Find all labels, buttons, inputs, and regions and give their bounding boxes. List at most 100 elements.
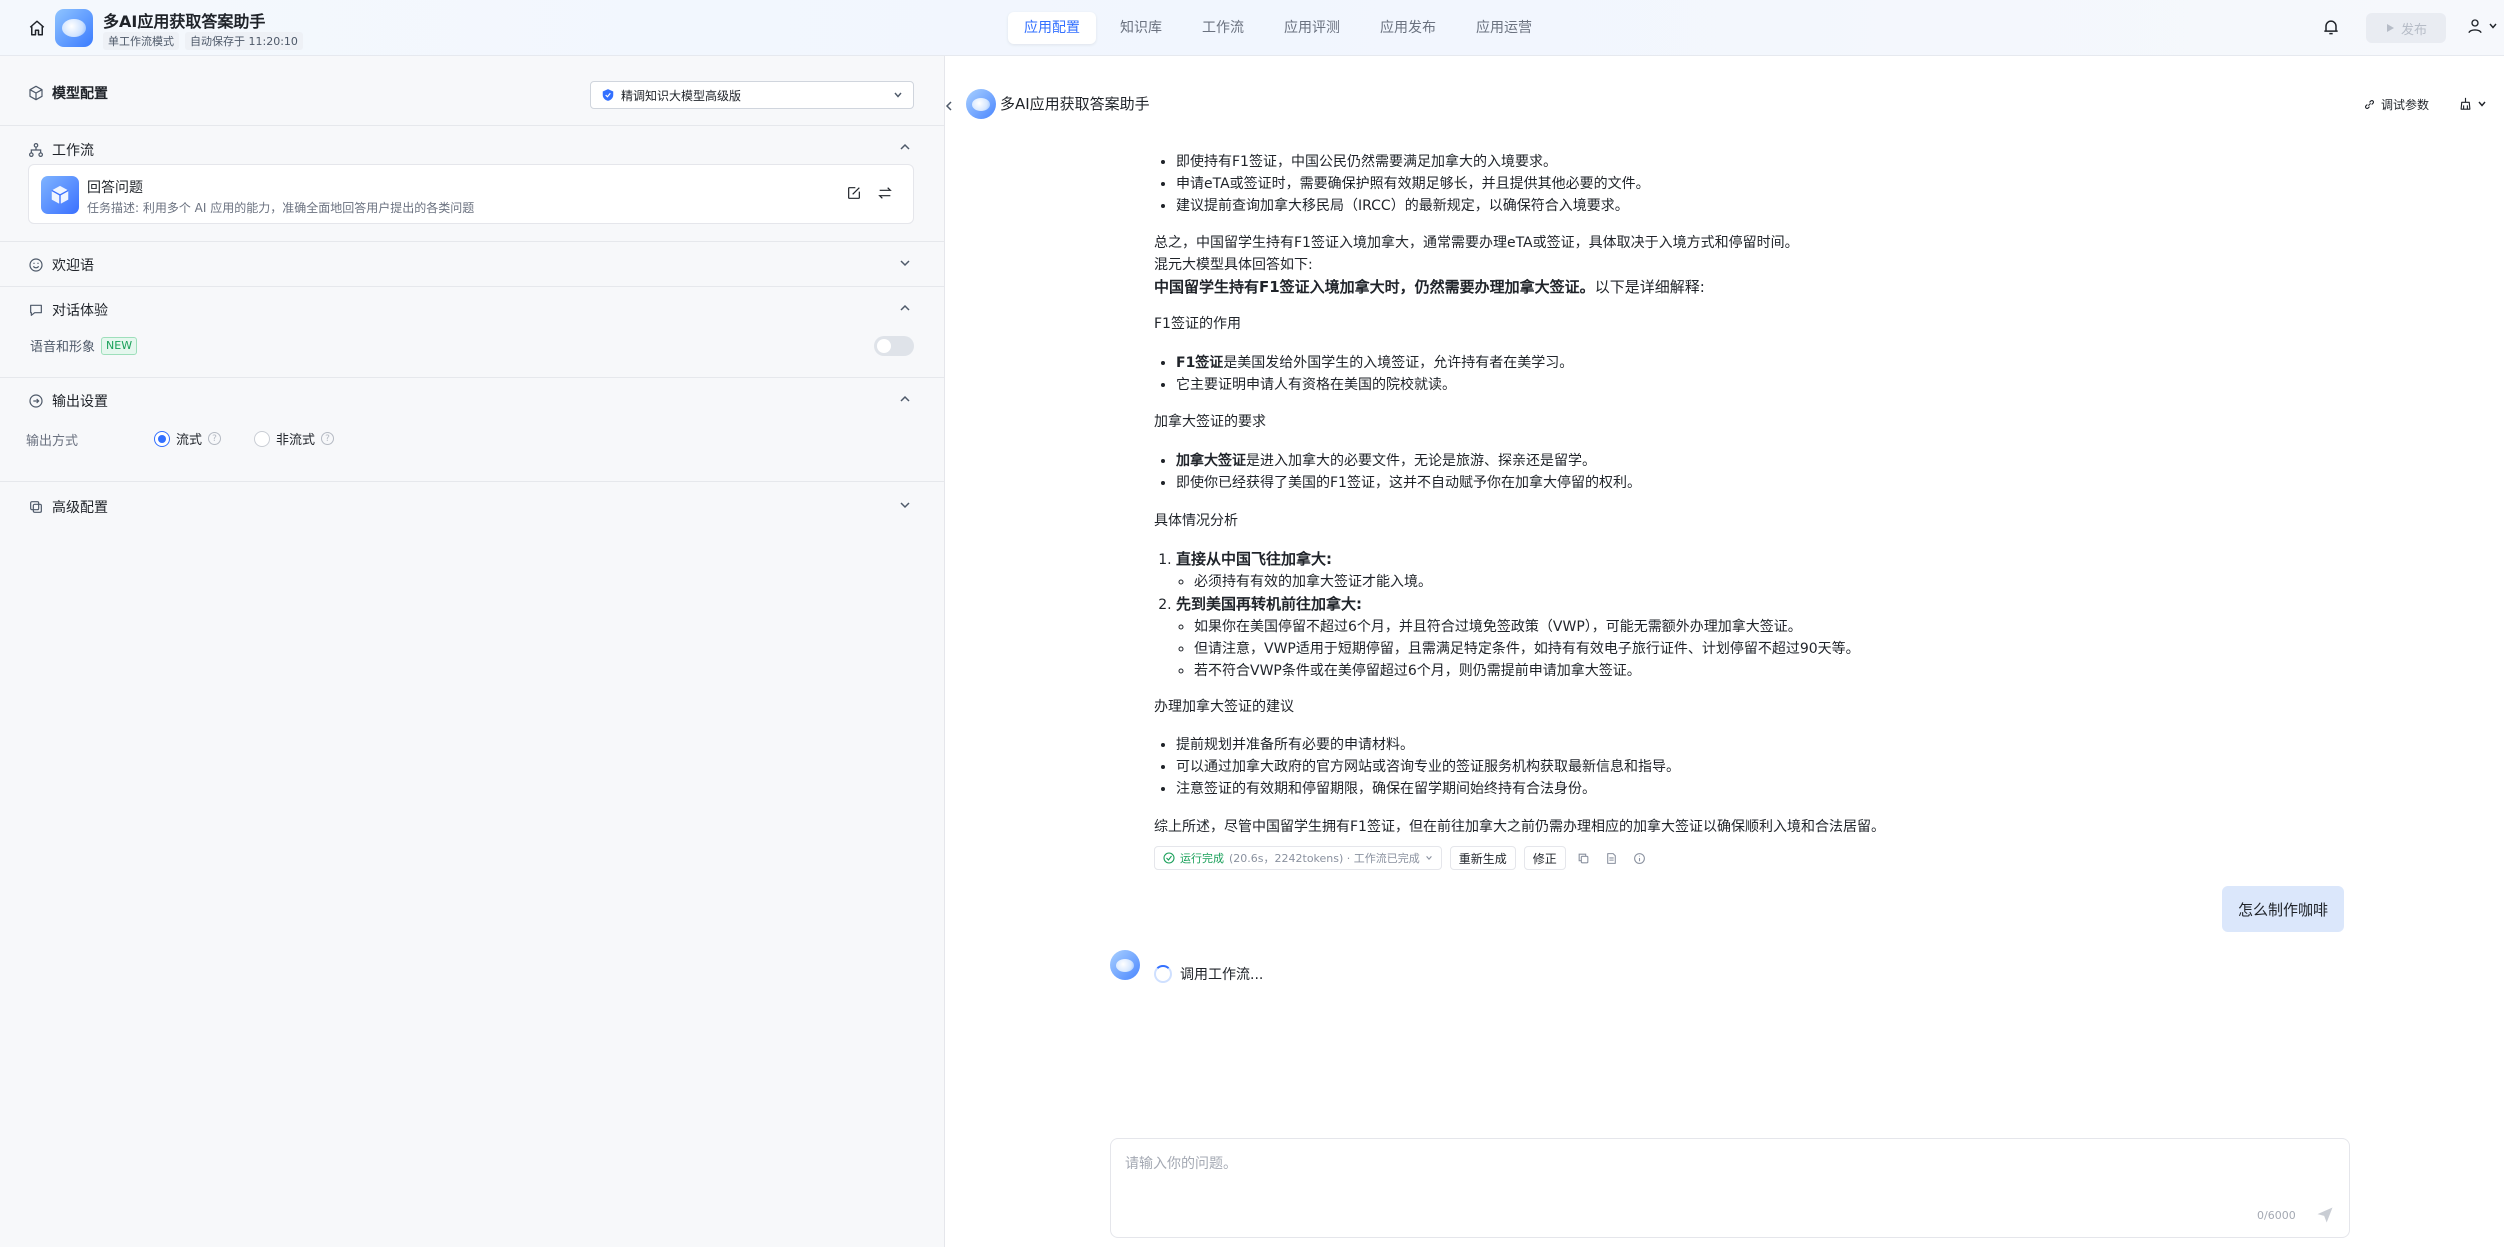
list-item: 加拿大签证是进入加拿大的必要文件，无论是旅游、探亲还是留学。 [1176, 450, 2014, 472]
chevron-down-icon [2489, 23, 2497, 29]
model-select[interactable]: 精调知识大模型高级版 [590, 81, 914, 109]
home-icon[interactable] [24, 15, 50, 41]
run-status-label: 运行完成 [1180, 852, 1224, 865]
model-select-value: 精调知识大模型高级版 [621, 88, 742, 103]
section-title: 具体情况分析 [1154, 513, 1238, 529]
edit-icon[interactable] [846, 185, 862, 201]
help-icon[interactable]: ? [208, 432, 222, 445]
tab-knowledge-base[interactable]: 知识库 [1104, 12, 1178, 44]
voice-toggle[interactable] [874, 336, 914, 356]
list-item: 申请eTA或签证时，需要确保护照有效期足够长，并且提供其他必要的文件。 [1176, 173, 2014, 195]
chevron-down-icon [894, 92, 902, 98]
switch-icon[interactable] [877, 185, 893, 201]
voice-label-text: 语音和形象 [30, 340, 96, 355]
bot-avatar [1110, 950, 1140, 980]
collapse-icon[interactable] [941, 94, 957, 118]
chat-title: 多AI应用获取答案助手 [1000, 95, 1150, 113]
list-item: 它主要证明申请人有资格在美国的院校就读。 [1176, 374, 2014, 396]
calling-status: 调用工作流... [1154, 964, 1263, 984]
dialog-title: 对话体验 [52, 303, 108, 319]
workflow-card-desc: 任务描述: 利用多个 AI 应用的能力，准确全面地回答用户提出的各类问题 [87, 201, 475, 215]
output-icon [29, 394, 43, 408]
user-message: 怎么制作咖啡 [2222, 886, 2345, 932]
user-icon [2468, 19, 2482, 34]
check-circle-icon [1163, 852, 1175, 864]
list-item: 可以通过加拿大政府的官方网站或咨询专业的签证服务机构获取最新信息和指导。 [1176, 756, 2014, 778]
radio-stream[interactable]: 流式 ? [154, 429, 222, 448]
answer-list: 即使持有F1签证，中国公民仍然需要满足加拿大的入境要求。 申请eTA或签证时，需… [1154, 151, 2014, 217]
sub-list-item: 必须持有有效的加拿大签证才能入境。 [1194, 571, 2014, 593]
radio-stream-label: 流式 [176, 433, 203, 448]
top-bar: 多AI应用获取答案助手 单工作流模式 自动保存于 11:20:10 应用配置 知… [0, 0, 2504, 56]
list-item: 即使持有F1签证，中国公民仍然需要满足加拿大的入境要求。 [1176, 151, 2014, 173]
info-icon[interactable] [1630, 848, 1650, 868]
cube-icon [29, 85, 43, 101]
advanced-section[interactable]: 高级配置 [0, 482, 944, 527]
section-title: F1签证的作用 [1154, 316, 1241, 332]
help-icon[interactable]: ? [321, 432, 335, 445]
workflow-card[interactable]: 回答问题 任务描述: 利用多个 AI 应用的能力，准确全面地回答用户提出的各类问… [28, 164, 914, 224]
chevron-up-icon[interactable] [898, 301, 912, 315]
output-title: 输出设置 [52, 394, 108, 410]
debug-params-button[interactable]: 调试参数 [2363, 96, 2429, 113]
smile-icon [29, 258, 43, 272]
clear-chat-button[interactable] [2458, 96, 2487, 111]
answer-summary: 总之，中国留学生持有F1签证入境加拿大，通常需要办理eTA或签证，具体取决于入境… [1154, 232, 2014, 298]
tab-app-config[interactable]: 应用配置 [1008, 12, 1096, 44]
tab-publish[interactable]: 应用发布 [1364, 12, 1452, 44]
welcome-title: 欢迎语 [52, 258, 94, 274]
regenerate-button[interactable]: 重新生成 [1449, 846, 1516, 870]
sub-list-item: 如果你在美国停留不超过6个月，并且符合过境免签政策（VWP），可能无需额外办理加… [1194, 616, 2014, 638]
copy-icon[interactable] [1574, 848, 1594, 868]
radio-non-stream[interactable]: 非流式 ? [254, 429, 335, 448]
list-item: 直接从中国飞往加拿大: 必须持有有效的加拿大签证才能入境。 [1176, 548, 2014, 593]
char-counter: 0/6000 [2257, 1209, 2296, 1222]
broom-icon [2460, 97, 2471, 110]
answer-actions: 运行完成 (20.6s，2242tokens) · 工作流已完成 重新生成 修正 [1154, 846, 1650, 870]
list-item: 先到美国再转机前往加拿大: 如果你在美国停留不超过6个月，并且符合过境免签政策（… [1176, 593, 2014, 682]
section-title: 加拿大签证的要求 [1154, 414, 1266, 430]
chevron-down-icon[interactable] [898, 498, 912, 512]
tab-operation[interactable]: 应用运营 [1460, 12, 1548, 44]
publish-button[interactable]: 发布 [2366, 13, 2446, 43]
conclusion-text: 综上所述，尽管中国留学生拥有F1签证，但在前往加拿大之前仍需办理相应的加拿大签证… [1154, 819, 1885, 835]
lead-bold: 中国留学生持有F1签证入境加拿大时，仍然需要办理加拿大签证。 [1154, 278, 1595, 296]
list-item: F1签证是美国发给外国学生的入境签证，允许持有者在美学习。 [1176, 352, 2014, 374]
user-menu[interactable] [2466, 17, 2498, 35]
document-icon[interactable] [1602, 848, 1622, 868]
send-icon[interactable] [2315, 1205, 2335, 1225]
app-title: 多AI应用获取答案助手 [103, 12, 266, 31]
bot-answer: 即使持有F1签证，中国公民仍然需要满足加拿大的入境要求。 申请eTA或签证时，需… [1154, 151, 2014, 217]
chevron-up-icon[interactable] [898, 140, 912, 154]
chat-input[interactable] [1123, 1151, 2323, 1201]
welcome-section[interactable]: 欢迎语 [0, 242, 944, 287]
workflow-app-icon [41, 176, 79, 214]
loading-spinner-icon [1154, 965, 1172, 983]
intro-text: 混元大模型具体回答如下: [1154, 257, 1313, 273]
list-item: 建议提前查询加拿大移民局（IRCC）的最新规定，以确保符合入境要求。 [1176, 195, 2014, 217]
chevron-down-icon[interactable] [898, 256, 912, 270]
publish-label: 发布 [2400, 22, 2427, 38]
chevron-down-icon [2478, 101, 2486, 107]
list-item: 提前规划并准备所有必要的申请材料。 [1176, 734, 2014, 756]
output-section: 输出设置 [0, 378, 944, 482]
output-mode-label: 输出方式 [26, 434, 79, 449]
run-status[interactable]: 运行完成 (20.6s，2242tokens) · 工作流已完成 [1154, 846, 1442, 870]
list-item: 注意签证的有效期和停留期限，确保在留学期间始终持有合法身份。 [1176, 778, 2014, 800]
play-icon [2386, 24, 2394, 32]
voice-avatar-label: 语音和形象 NEW [30, 336, 138, 355]
tab-workflow[interactable]: 工作流 [1186, 12, 1260, 44]
correct-button[interactable]: 修正 [1523, 846, 1566, 870]
autosave-tag: 自动保存于 11:20:10 [185, 32, 303, 50]
tab-evaluation[interactable]: 应用评测 [1268, 12, 1356, 44]
bot-avatar [966, 89, 996, 119]
bell-icon[interactable] [2321, 17, 2341, 37]
run-meta: (20.6s，2242tokens) · 工作流已完成 [1229, 852, 1420, 865]
workflow-icon [29, 143, 43, 157]
chevron-up-icon[interactable] [898, 392, 912, 406]
debug-params-label: 调试参数 [2381, 98, 2430, 112]
app-logo [55, 9, 93, 47]
main-nav: 应用配置 知识库 工作流 应用评测 应用发布 应用运营 [1008, 12, 1548, 44]
copy-settings-icon [30, 501, 42, 513]
list-item: 即使你已经获得了美国的F1签证，这并不自动赋予你在加拿大停留的权利。 [1176, 472, 2014, 494]
